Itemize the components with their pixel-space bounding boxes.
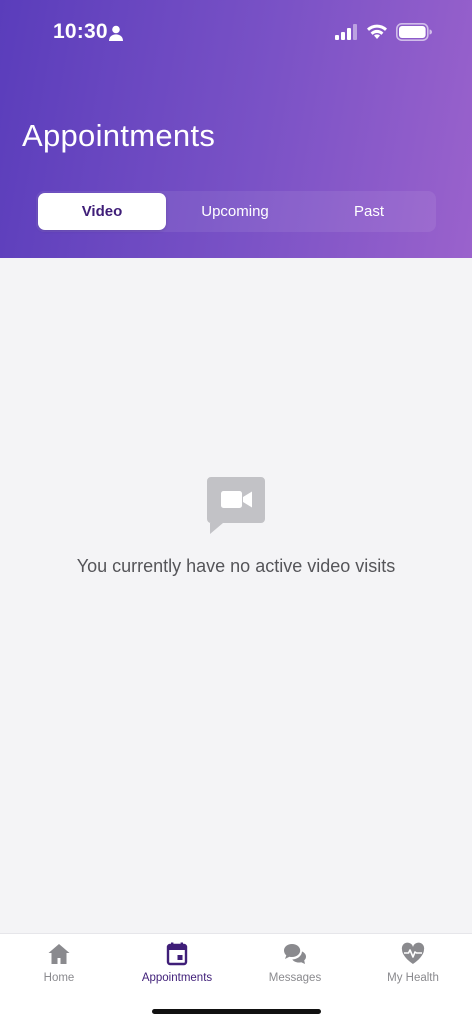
tab-appointments-label: Appointments [141, 972, 213, 984]
appointment-type-tabs: Video Upcoming Past [36, 191, 436, 232]
tab-home-label: Home [43, 972, 75, 984]
heart-pulse-icon [401, 942, 425, 964]
empty-state-message: You currently have no active video visit… [76, 556, 396, 576]
status-time: 10:30 [53, 20, 108, 43]
calendar-icon [166, 942, 188, 966]
person-icon [109, 25, 123, 41]
header: 10:30 Appointments Video Upcoming Past [0, 0, 472, 258]
tab-messages[interactable]: Messages [236, 942, 354, 994]
home-indicator [152, 1009, 321, 1014]
tab-my-health-label: My Health [387, 972, 439, 984]
empty-state: You currently have no active video visit… [0, 258, 472, 933]
chat-bubbles-icon [284, 944, 306, 964]
cellular-signal-icon [335, 24, 357, 40]
tab-messages-label: Messages [268, 972, 322, 984]
video-chat-icon [207, 477, 265, 534]
wifi-icon [367, 24, 387, 39]
status-bar: 10:30 [0, 0, 472, 64]
tab-my-health[interactable]: My Health [354, 942, 472, 994]
tab-home[interactable]: Home [0, 942, 118, 994]
tab-appointments[interactable]: Appointments [118, 942, 236, 994]
battery-icon [396, 23, 432, 41]
tab-past[interactable]: Past [305, 193, 433, 230]
home-icon [48, 944, 70, 964]
tab-video[interactable]: Video [38, 193, 166, 230]
page-title: Appointments [22, 118, 216, 153]
tab-upcoming[interactable]: Upcoming [171, 193, 299, 230]
